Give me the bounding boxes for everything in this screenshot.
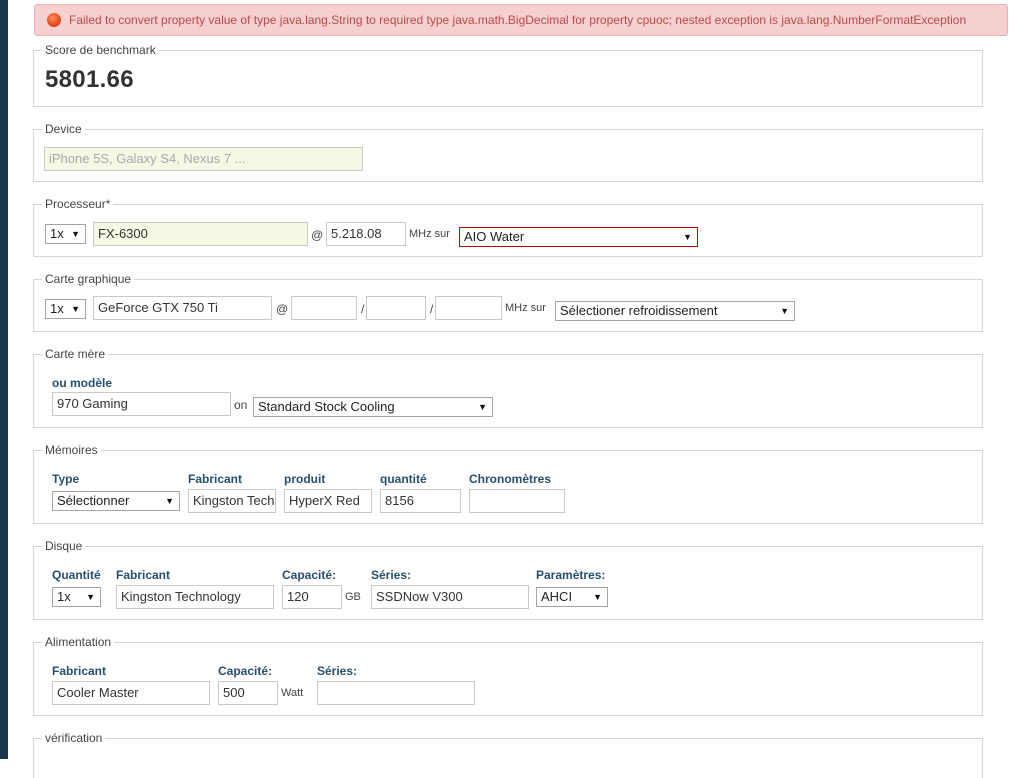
chevron-down-icon: ▼ xyxy=(71,304,80,314)
gpu-slash-2: / xyxy=(430,302,434,316)
score-legend: Score de benchmark xyxy=(42,42,159,58)
disk-section: Disque Quantité Fabricant Capacité: Séri… xyxy=(33,538,983,620)
memory-type-select[interactable]: Sélectionner ▼ xyxy=(52,491,180,511)
score-section: Score de benchmark 5801.66 xyxy=(33,42,983,107)
memory-timings-input[interactable] xyxy=(469,489,565,513)
disk-params-header: Paramètres: xyxy=(536,568,606,582)
disk-capacity-unit: GB xyxy=(345,591,361,603)
disk-capacity-input[interactable]: 120 xyxy=(282,585,342,609)
error-message: Failed to convert property value of type… xyxy=(69,13,967,27)
chevron-down-icon: ▼ xyxy=(71,229,80,239)
psu-capacity-unit: Watt xyxy=(281,687,304,699)
motherboard-on-label: on xyxy=(234,398,248,412)
memory-product-header: produit xyxy=(284,472,326,486)
psu-capacity-input[interactable]: 500 xyxy=(218,681,278,705)
memory-section: Mémoires Type Fabricant produit quantité… xyxy=(33,442,983,524)
disk-series-input[interactable]: SSDNow V300 xyxy=(371,585,529,609)
verification-section: vérification xyxy=(33,730,983,778)
cpu-at-sign: @ xyxy=(311,228,324,242)
psu-legend: Alimentation xyxy=(42,634,115,650)
gpu-cooling-select[interactable]: Sélectioner refroidissement ▼ xyxy=(555,301,795,321)
disk-series-header: Séries: xyxy=(371,568,412,582)
gpu-count-select[interactable]: 1x ▼ xyxy=(45,299,86,319)
disk-legend: Disque xyxy=(42,538,86,554)
cpu-count-select[interactable]: 1x ▼ xyxy=(45,224,86,244)
chevron-down-icon: ▼ xyxy=(86,592,95,602)
disk-quantity-value: 1x xyxy=(57,589,71,604)
memory-type-header: Type xyxy=(52,472,80,486)
verification-legend: vérification xyxy=(42,730,106,746)
psu-capacity-header: Capacité: xyxy=(218,664,273,678)
psu-manufacturer-input[interactable]: Cooler Master xyxy=(52,681,210,705)
cpu-mhz-label: MHz sur xyxy=(409,228,450,240)
cpu-frequency-input[interactable]: 5.218.08 xyxy=(326,222,406,246)
disk-capacity-header: Capacité: xyxy=(282,568,337,582)
device-input[interactable]: iPhone 5S, Galaxy S4, Nexus 7 ... xyxy=(44,147,363,171)
disk-quantity-header: Quantité xyxy=(52,568,101,582)
memory-manufacturer-header: Fabricant xyxy=(188,472,243,486)
motherboard-cooling-select[interactable]: Standard Stock Cooling ▼ xyxy=(253,397,493,417)
benchmark-score: 5801.66 xyxy=(45,66,134,93)
chevron-down-icon: ▼ xyxy=(780,306,789,316)
gpu-memory-clock-input[interactable] xyxy=(435,296,502,320)
cpu-legend: Processeur* xyxy=(42,196,114,212)
cpu-cooling-value: AIO Water xyxy=(464,229,525,244)
left-sidebar-bar xyxy=(0,0,8,759)
disk-params-value: AHCI xyxy=(541,589,573,604)
gpu-slash-1: / xyxy=(361,302,365,316)
alert-icon xyxy=(47,13,61,27)
motherboard-model-input[interactable]: 970 Gaming xyxy=(52,392,231,416)
device-legend: Device xyxy=(42,121,85,137)
psu-section: Alimentation Fabricant Capacité: Séries:… xyxy=(33,634,983,716)
disk-quantity-select[interactable]: 1x ▼ xyxy=(52,587,101,607)
gpu-at-sign: @ xyxy=(276,302,289,316)
cpu-model-input[interactable]: FX-6300 xyxy=(93,222,308,246)
motherboard-legend: Carte mère xyxy=(42,346,109,362)
cpu-section: Processeur* 1x ▼ FX-6300 @ 5.218.08 MHz … xyxy=(33,196,983,257)
chevron-down-icon: ▼ xyxy=(165,496,174,506)
memory-manufacturer-input[interactable]: Kingston Tech xyxy=(188,489,276,513)
gpu-cooling-value: Sélectioner refroidissement xyxy=(560,303,718,318)
gpu-legend: Carte graphique xyxy=(42,271,135,287)
error-alert: Failed to convert property value of type… xyxy=(34,4,1008,36)
device-section: Device iPhone 5S, Galaxy S4, Nexus 7 ... xyxy=(33,121,983,182)
disk-params-select[interactable]: AHCI ▼ xyxy=(536,587,608,607)
chevron-down-icon: ▼ xyxy=(593,592,602,602)
chevron-down-icon: ▼ xyxy=(683,232,692,242)
motherboard-section: Carte mère ou modèle 970 Gaming on Stand… xyxy=(33,346,983,428)
psu-series-header: Séries: xyxy=(317,664,358,678)
memory-product-input[interactable]: HyperX Red xyxy=(284,489,372,513)
psu-series-input[interactable] xyxy=(317,681,475,705)
gpu-model-input[interactable]: GeForce GTX 750 Ti xyxy=(93,296,272,320)
gpu-boost-clock-input[interactable] xyxy=(366,296,426,320)
psu-manufacturer-header: Fabricant xyxy=(52,664,107,678)
disk-manufacturer-header: Fabricant xyxy=(116,568,171,582)
cpu-count-value: 1x xyxy=(50,226,64,241)
memory-timings-header: Chronomètres xyxy=(469,472,552,486)
chevron-down-icon: ▼ xyxy=(478,402,487,412)
motherboard-model-label: ou modèle xyxy=(52,376,113,390)
memory-quantity-header: quantité xyxy=(380,472,427,486)
memory-type-value: Sélectionner xyxy=(57,493,130,508)
motherboard-cooling-value: Standard Stock Cooling xyxy=(258,399,395,414)
memory-quantity-input[interactable]: 8156 xyxy=(380,489,461,513)
cpu-cooling-select[interactable]: AIO Water ▼ xyxy=(459,227,698,247)
disk-manufacturer-input[interactable]: Kingston Technology xyxy=(116,585,274,609)
gpu-core-clock-input[interactable] xyxy=(291,296,357,320)
gpu-mhz-label: MHz sur xyxy=(505,302,546,314)
gpu-section: Carte graphique 1x ▼ GeForce GTX 750 Ti … xyxy=(33,271,983,332)
memory-legend: Mémoires xyxy=(42,442,101,458)
gpu-count-value: 1x xyxy=(50,301,64,316)
